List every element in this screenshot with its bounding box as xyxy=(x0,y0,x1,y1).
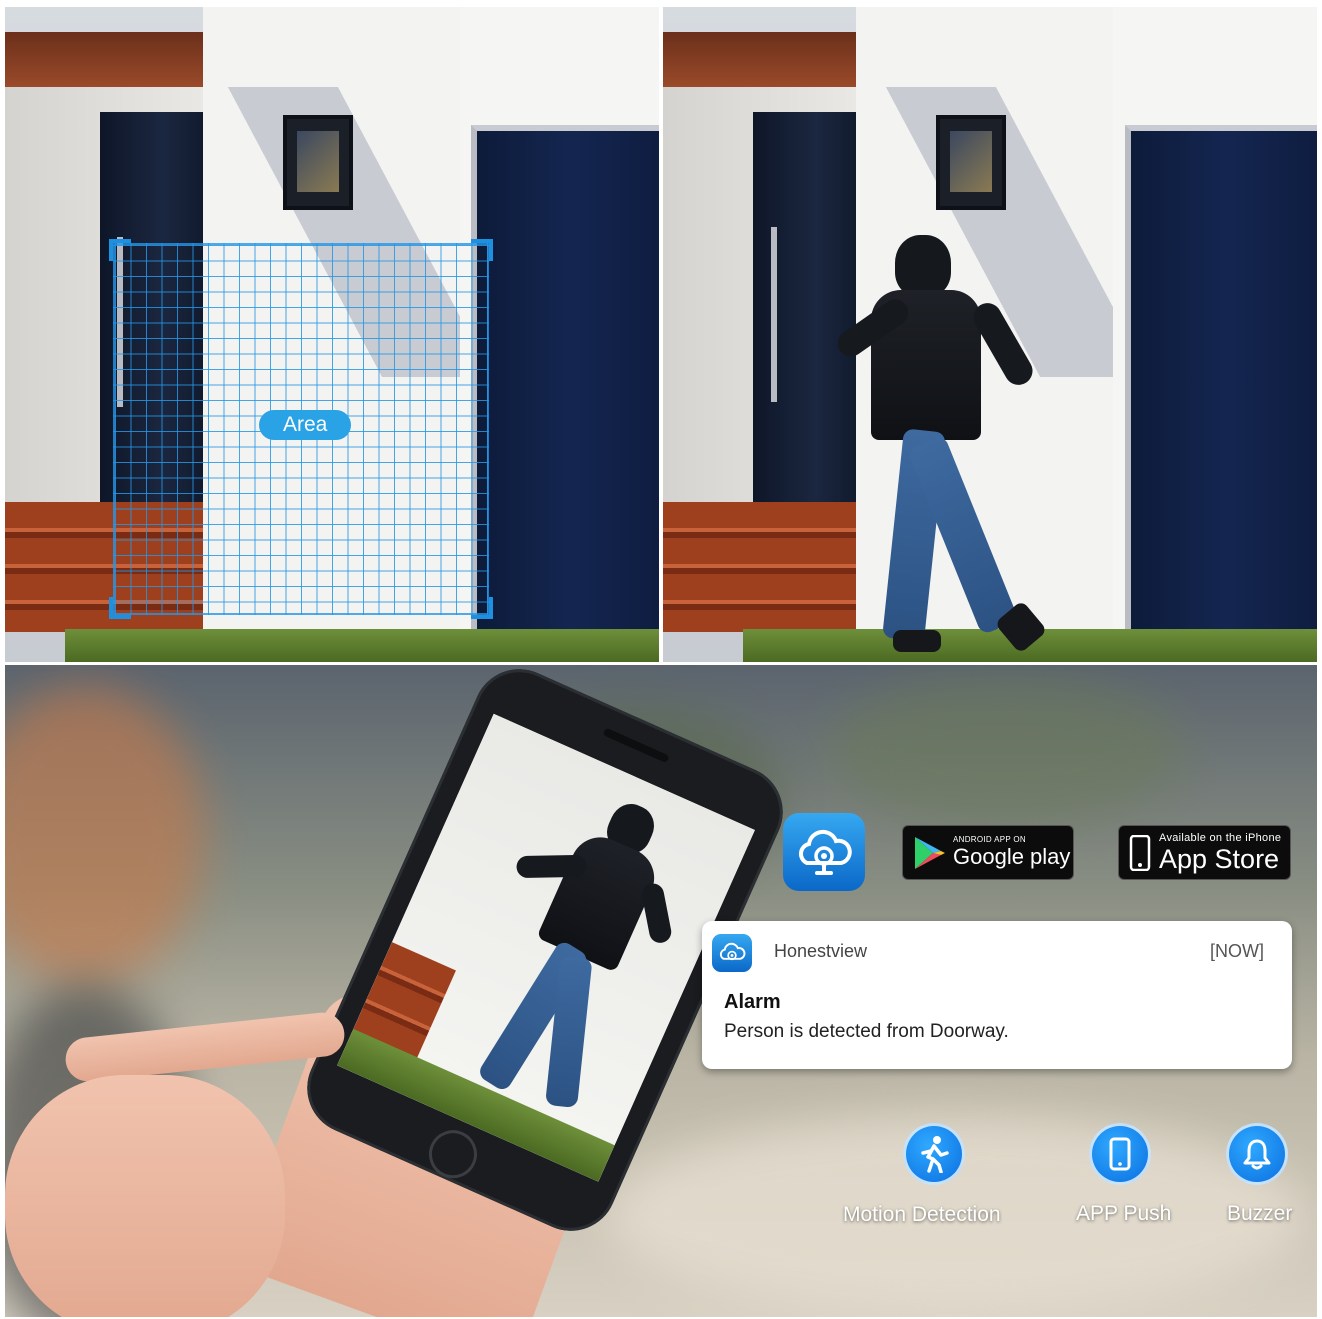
wall-lamp xyxy=(283,115,353,210)
porch-steps xyxy=(663,502,858,632)
phone-speaker xyxy=(602,727,670,764)
notification-time: [NOW] xyxy=(1210,941,1264,961)
intruder-photo xyxy=(663,7,1317,662)
grid-corner-bottom-left xyxy=(109,597,131,619)
porch-roof xyxy=(663,32,858,87)
grid-corner-top-right xyxy=(471,239,493,261)
app-alert-photo: ANDROID APP ON Google play Available on … xyxy=(5,665,1317,1317)
notification-app-name: Honestview xyxy=(774,941,868,961)
grass xyxy=(65,629,659,662)
bell-icon xyxy=(1226,1123,1288,1185)
grid-corner-top-left xyxy=(109,239,131,261)
iphone-icon xyxy=(1129,834,1151,871)
phone-screen xyxy=(337,713,755,1182)
push-notification[interactable]: Honestview [NOW] Alarm Person is detecte… xyxy=(702,921,1292,1069)
app-store-badge[interactable]: Available on the iPhone App Store xyxy=(1118,825,1291,880)
garage-door xyxy=(471,125,659,661)
cloud-camera-icon xyxy=(798,829,852,875)
running-person-icon xyxy=(903,1123,965,1185)
garage-door xyxy=(1125,125,1317,661)
honestview-app-logo[interactable] xyxy=(783,813,865,891)
google-play-text: Google play xyxy=(953,844,1071,869)
google-play-small-text: ANDROID APP ON xyxy=(953,835,1026,844)
google-play-badge[interactable]: ANDROID APP ON Google play xyxy=(902,825,1074,880)
phone-icon xyxy=(1089,1123,1151,1185)
app-push-label: APP Push xyxy=(1076,1202,1172,1225)
notification-app-icon xyxy=(712,934,752,972)
buzzer-label: Buzzer xyxy=(1227,1202,1293,1225)
motion-detection-feature xyxy=(903,1123,965,1185)
notification-message: Person is detected from Doorway. xyxy=(724,1021,1009,1042)
play-triangle-icon xyxy=(915,836,945,869)
motion-detection-label: Motion Detection xyxy=(843,1203,1001,1226)
porch-roof xyxy=(5,32,205,87)
notification-title: Alarm xyxy=(724,991,781,1013)
intruder-figure xyxy=(832,235,1073,662)
cloud-camera-icon xyxy=(719,942,746,960)
detection-area-photo: Area xyxy=(5,7,659,662)
app-store-text: App Store xyxy=(1159,844,1280,874)
app-push-feature xyxy=(1089,1123,1151,1185)
wall-lamp xyxy=(936,115,1006,210)
buzzer-feature xyxy=(1226,1123,1288,1185)
area-label: Area xyxy=(259,410,352,440)
pointing-hand xyxy=(5,1075,285,1317)
grid-corner-bottom-right xyxy=(471,597,493,619)
door-handle xyxy=(771,227,777,402)
